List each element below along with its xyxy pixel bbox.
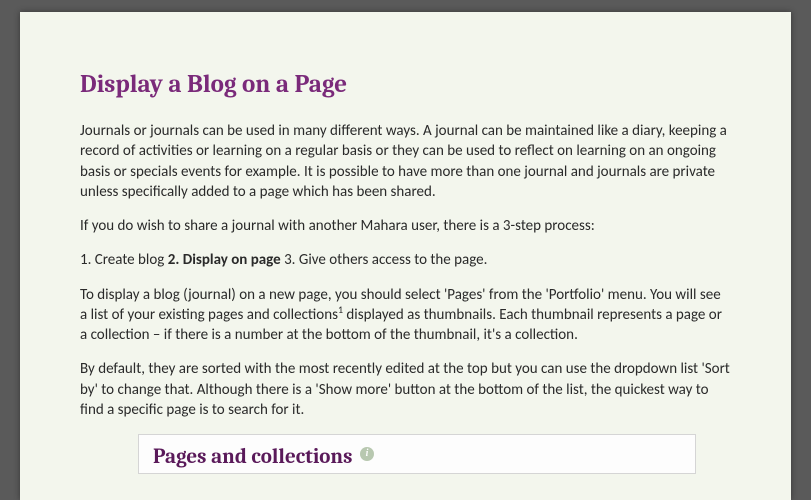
- info-icon[interactable]: i: [360, 447, 374, 461]
- document-page: Display a Blog on a Page Journals or jou…: [20, 12, 791, 500]
- step-1-text: 1. Create blog: [80, 251, 168, 269]
- steps-paragraph: 1. Create blog 2. Display on page 3. Giv…: [80, 250, 731, 270]
- pages-collections-panel: Pages and collections i: [138, 434, 696, 474]
- display-instructions-paragraph: To display a blog (journal) on a new pag…: [80, 285, 731, 346]
- step-3-text: 3. Give others access to the page.: [281, 251, 488, 269]
- step-2-text: 2. Display on page: [168, 251, 281, 269]
- intro-paragraph: Journals or journals can be used in many…: [80, 121, 731, 202]
- panel-title: Pages and collections: [153, 445, 352, 469]
- share-intro-paragraph: If you do wish to share a journal with a…: [80, 216, 731, 236]
- page-title: Display a Blog on a Page: [80, 70, 731, 99]
- sorting-paragraph: By default, they are sorted with the mos…: [80, 359, 731, 420]
